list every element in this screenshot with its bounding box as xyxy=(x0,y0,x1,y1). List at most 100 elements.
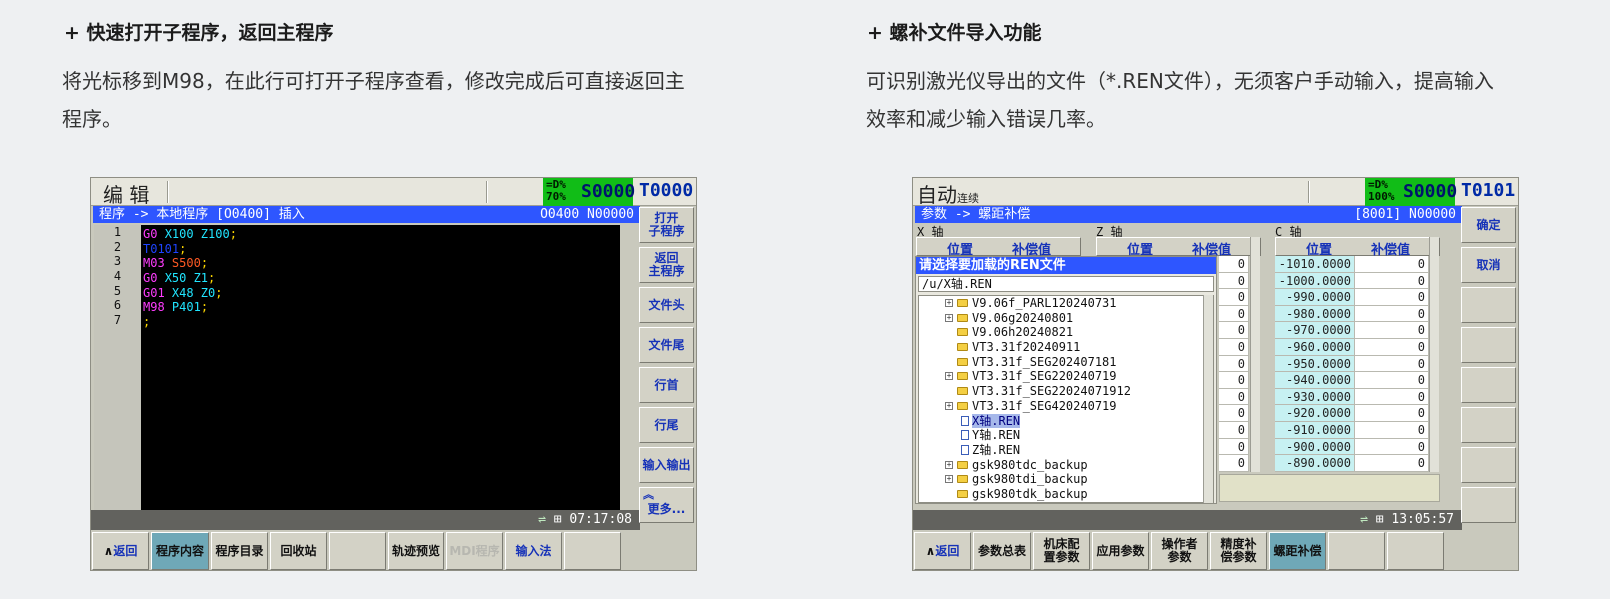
code-line[interactable]: G01 X48 Z0; xyxy=(143,286,620,301)
tree-folder-item[interactable]: + V9.06g20240801 xyxy=(919,311,1213,326)
bottom-softkey[interactable] xyxy=(564,532,621,570)
comp-value-cell[interactable]: 0 xyxy=(1355,272,1429,290)
tree-file-item[interactable]: X轴.REN xyxy=(919,413,1213,429)
comp-value-cell[interactable]: 0 xyxy=(1219,355,1249,373)
bottom-softkey[interactable]: MDI程序 xyxy=(446,532,503,570)
side-softkey[interactable]: 返回 主程序 xyxy=(639,247,694,283)
tree-folder-item[interactable]: VT3.31f_SEG202407181 xyxy=(919,355,1213,370)
comp-value-cell[interactable]: 0 xyxy=(1355,438,1429,456)
c-axis-scrollbar[interactable] xyxy=(1429,237,1439,472)
comp-value-cell[interactable]: 0 xyxy=(1219,421,1249,439)
bottom-softkey[interactable] xyxy=(1328,532,1385,570)
bottom-softkey[interactable]: 螺距补偿 xyxy=(1269,532,1326,570)
side-softkey[interactable]: 取消 xyxy=(1461,247,1516,283)
comp-value-cell[interactable]: 0 xyxy=(1355,355,1429,373)
code-line[interactable]: ; xyxy=(143,315,620,330)
side-softkey[interactable] xyxy=(1461,367,1516,403)
code-line[interactable]: T0101; xyxy=(143,242,620,257)
expand-icon[interactable]: + xyxy=(945,475,953,484)
position-cell[interactable]: -980.0000 xyxy=(1275,305,1355,323)
position-cell[interactable]: -910.0000 xyxy=(1275,421,1355,439)
side-softkey[interactable] xyxy=(1461,447,1516,483)
comp-value-cell[interactable]: 0 xyxy=(1219,338,1249,356)
comp-value-cell[interactable]: 0 xyxy=(1355,372,1429,389)
bottom-softkey[interactable]: 精度补 偿参数 xyxy=(1210,532,1267,570)
code-line[interactable]: M98 P401; xyxy=(143,300,620,315)
bottom-softkey[interactable]: 回收站 xyxy=(270,532,327,570)
comp-value-cell[interactable]: 0 xyxy=(1219,438,1249,456)
position-cell[interactable]: -920.0000 xyxy=(1275,405,1355,422)
tree-scrollbar[interactable] xyxy=(1203,295,1213,503)
expand-icon[interactable]: + xyxy=(945,401,953,410)
comp-value-cell[interactable]: 0 xyxy=(1355,455,1429,472)
tree-folder-item[interactable]: VT3.31f20240911 xyxy=(919,340,1213,355)
position-cell[interactable]: -950.0000 xyxy=(1275,355,1355,373)
side-softkey[interactable] xyxy=(1461,407,1516,443)
bottom-softkey[interactable]: 程序内容 xyxy=(151,532,209,570)
side-softkey[interactable]: 行尾 xyxy=(639,407,694,443)
tree-file-item[interactable]: Z轴.REN xyxy=(919,443,1213,458)
comp-value-cell[interactable]: 0 xyxy=(1355,305,1429,323)
side-softkey[interactable]: 文件头 xyxy=(639,287,694,323)
code-line[interactable]: G0 X100 Z100; xyxy=(143,227,620,242)
comp-value-cell[interactable]: 0 xyxy=(1219,372,1249,389)
comp-value-cell[interactable]: 0 xyxy=(1219,272,1249,290)
side-softkey[interactable]: 行首 xyxy=(639,367,694,403)
position-cell[interactable]: -1010.0000 xyxy=(1275,256,1355,273)
tree-folder-item[interactable]: gsk980tdk_backup xyxy=(919,487,1213,502)
comp-value-cell[interactable]: 0 xyxy=(1355,388,1429,406)
tree-folder-item[interactable]: + VT3.31f_SEG420240719 xyxy=(919,399,1213,414)
z-axis-scrollbar[interactable] xyxy=(1250,237,1260,472)
tree-folder-item[interactable]: + VT3.31f_SEG220240719 xyxy=(919,369,1213,384)
comp-value-cell[interactable]: 0 xyxy=(1219,305,1249,323)
bottom-softkey[interactable]: 程序目录 xyxy=(211,532,268,570)
position-cell[interactable]: -930.0000 xyxy=(1275,388,1355,406)
tree-folder-item[interactable]: + gsk980tdc_backup xyxy=(919,458,1213,473)
position-cell[interactable]: -970.0000 xyxy=(1275,322,1355,339)
comp-value-cell[interactable]: 0 xyxy=(1355,289,1429,306)
expand-icon[interactable]: + xyxy=(945,299,953,307)
side-softkey[interactable] xyxy=(1461,327,1516,363)
comp-value-cell[interactable]: 0 xyxy=(1219,322,1249,339)
comp-value-cell[interactable]: 0 xyxy=(1355,256,1429,273)
bottom-softkey[interactable]: 轨迹预览 xyxy=(388,532,444,570)
comp-value-cell[interactable]: 0 xyxy=(1219,388,1249,406)
bottom-softkey[interactable]: 应用参数 xyxy=(1092,532,1149,570)
side-softkey[interactable] xyxy=(1461,287,1516,323)
position-cell[interactable]: -890.0000 xyxy=(1275,455,1355,472)
file-path-input[interactable]: /u/X轴.REN xyxy=(918,276,1214,292)
comp-value-cell[interactable]: 0 xyxy=(1355,338,1429,356)
position-cell[interactable]: -900.0000 xyxy=(1275,438,1355,456)
bottom-softkey[interactable]: 机床配 置参数 xyxy=(1033,532,1090,570)
position-cell[interactable]: -1000.0000 xyxy=(1275,272,1355,290)
bottom-softkey[interactable]: ∧ 返回 xyxy=(914,532,971,570)
bottom-softkey[interactable]: 参数总表 xyxy=(973,532,1031,570)
side-softkey[interactable] xyxy=(1461,487,1516,523)
comp-value-cell[interactable]: 0 xyxy=(1219,256,1249,273)
expand-icon[interactable]: + xyxy=(945,372,953,381)
comp-value-cell[interactable]: 0 xyxy=(1219,289,1249,306)
bottom-softkey[interactable]: 输入法 xyxy=(505,532,562,570)
side-softkey[interactable]: 输入输出 xyxy=(639,447,694,483)
comp-value-cell[interactable]: 0 xyxy=(1355,405,1429,422)
side-softkey[interactable]: ︽ 更多... xyxy=(639,487,694,523)
side-softkey[interactable]: 文件尾 xyxy=(639,327,694,363)
comp-value-cell[interactable]: 0 xyxy=(1355,322,1429,339)
code-line[interactable]: M03 S500; xyxy=(143,256,620,271)
tree-file-item[interactable]: Y轴.REN xyxy=(919,428,1213,443)
bottom-softkey[interactable] xyxy=(1387,532,1444,570)
side-softkey[interactable]: 打开 子程序 xyxy=(639,207,694,243)
position-cell[interactable]: -990.0000 xyxy=(1275,289,1355,306)
tree-folder-item[interactable]: + gsk980tdi_backup xyxy=(919,472,1213,487)
side-softkey[interactable]: 确定 xyxy=(1461,207,1516,243)
position-cell[interactable]: -940.0000 xyxy=(1275,372,1355,389)
comp-value-cell[interactable]: 0 xyxy=(1219,405,1249,422)
tree-folder-item[interactable]: VT3.31f_SEG22024071912 xyxy=(919,384,1213,399)
expand-icon[interactable]: + xyxy=(945,313,953,322)
bottom-softkey[interactable]: ∧ 返回 xyxy=(92,532,149,570)
bottom-softkey[interactable]: 操作者 参数 xyxy=(1151,532,1208,570)
bottom-softkey[interactable] xyxy=(329,532,386,570)
expand-icon[interactable]: + xyxy=(945,460,953,469)
position-cell[interactable]: -960.0000 xyxy=(1275,338,1355,356)
tree-folder-item[interactable]: V9.06h20240821 xyxy=(919,325,1213,340)
